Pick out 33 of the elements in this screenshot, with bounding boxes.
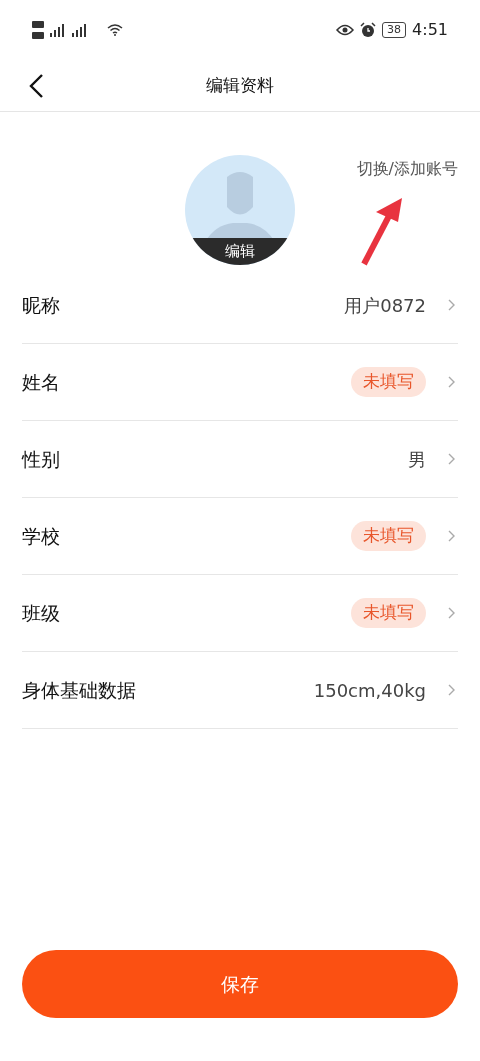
row-value: 150cm,40kg [313,678,426,703]
chevron-icon [448,607,456,619]
battery-indicator: 38 [382,22,407,38]
profile-row[interactable]: 班级 未填写 [22,575,458,652]
row-value: 用户0872 [344,293,426,318]
status-time: 4:51 [412,19,448,41]
chevron-icon [448,684,456,696]
unfilled-tag: 未填写 [351,598,426,628]
row-label: 学校 [22,523,61,549]
profile-row[interactable]: 性别 男 [22,421,458,498]
eye-icon [336,24,355,36]
page-title: 编辑资料 [206,73,274,97]
wifi-icon [107,24,123,36]
chevron-icon [448,299,456,311]
unfilled-tag: 未填写 [351,367,426,397]
profile-row[interactable]: 姓名 未填写 [22,344,458,421]
back-icon[interactable] [28,72,44,99]
row-value: 男 [408,447,426,472]
row-label: 昵称 [22,292,61,318]
row-label: 姓名 [22,369,61,395]
alarm-icon [360,22,377,38]
chevron-icon [448,376,456,388]
row-label: 班级 [22,600,61,626]
avatar[interactable]: 编辑 [185,155,295,265]
profile-row[interactable]: 学校 未填写 [22,498,458,575]
profile-row[interactable]: 身体基础数据 150cm,40kg [22,652,458,729]
chevron-icon [448,530,456,542]
row-label: 性别 [22,446,61,472]
row-label: 身体基础数据 [22,677,137,703]
profile-row[interactable]: 昵称 用户0872 [22,267,458,344]
chevron-icon [448,453,456,465]
unfilled-tag: 未填写 [351,521,426,551]
switch-account-link[interactable]: 切换/添加账号 [356,157,458,181]
